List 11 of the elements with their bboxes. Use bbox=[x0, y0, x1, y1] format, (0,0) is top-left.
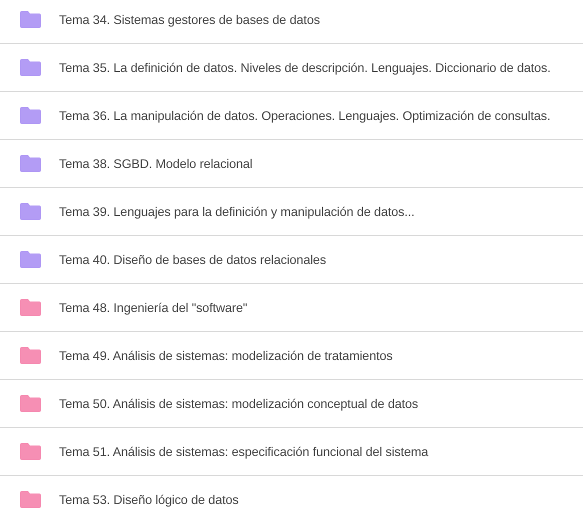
folder-name[interactable]: Tema 39. Lenguajes para la definición y manipulación de datos... bbox=[59, 204, 415, 218]
folder-name[interactable]: Tema 51. Análisis de sistemas: especificación funcional del sistema bbox=[59, 444, 428, 458]
folder-name[interactable]: Tema 35. La definición de datos. Niveles de descripción. Lenguajes. Diccionario de datos. bbox=[59, 60, 551, 74]
folder-name[interactable]: Tema 48. Ingeniería del "software" bbox=[59, 300, 248, 314]
folder-name[interactable]: Tema 49. Análisis de sistemas: modelización de tratamientos bbox=[59, 348, 393, 362]
folder-name[interactable]: Tema 40. Diseño de bases de datos relacionales bbox=[59, 252, 326, 266]
folder-name[interactable]: Tema 36. La manipulación de datos. Operaciones. Lenguajes. Optimización de consultas. bbox=[59, 108, 550, 122]
folder-name[interactable]: Tema 38. SGBD. Modelo relacional bbox=[59, 156, 252, 170]
folder-name[interactable]: Tema 53. Diseño lógico de datos bbox=[59, 492, 239, 506]
folder-name[interactable]: Tema 34. Sistemas gestores de bases de datos bbox=[59, 12, 320, 26]
folder-name[interactable]: Tema 50. Análisis de sistemas: modelización conceptual de datos bbox=[59, 396, 418, 410]
